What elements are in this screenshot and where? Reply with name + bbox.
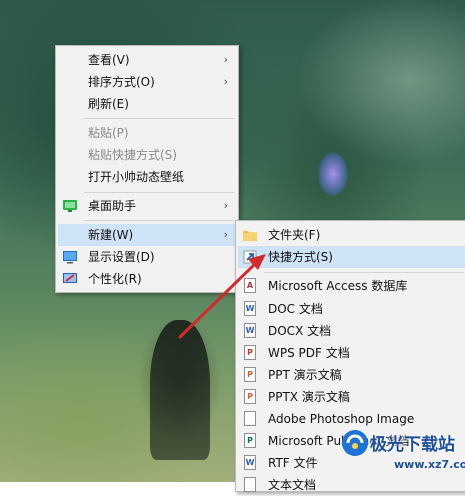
menu-item-label: PPTX 演示文稿 bbox=[268, 390, 350, 404]
folder-icon bbox=[242, 227, 258, 243]
menu-item-label: 桌面助手 bbox=[88, 199, 137, 213]
new-ppt-item[interactable]: P PPT 演示文稿 bbox=[238, 364, 465, 386]
menu-item-sort-by[interactable]: 排序方式(O) › bbox=[58, 71, 236, 93]
menu-separator bbox=[264, 272, 464, 273]
menu-item-label: WPS PDF 文档 bbox=[268, 346, 350, 360]
menu-item-label: PPT 演示文稿 bbox=[268, 368, 342, 382]
menu-item-display-settings[interactable]: 显示设置(D) bbox=[58, 246, 236, 268]
submenu-arrow-icon: › bbox=[223, 228, 228, 241]
menu-item-label: Adobe Photoshop Image bbox=[268, 412, 415, 426]
menu-item-paste-shortcut[interactable]: 粘贴快捷方式(S) bbox=[58, 144, 236, 166]
desktop-assistant-icon bbox=[62, 198, 78, 214]
menu-item-view[interactable]: 查看(V) › bbox=[58, 49, 236, 71]
photoshop-icon bbox=[244, 411, 256, 426]
menu-separator bbox=[84, 192, 234, 193]
menu-item-open-wallpaper[interactable]: 打开小帅动态壁纸 bbox=[58, 166, 236, 188]
doc-icon: W bbox=[244, 301, 256, 316]
menu-item-label: 个性化(R) bbox=[88, 272, 142, 286]
menu-item-label: DOC 文档 bbox=[268, 302, 323, 316]
menu-item-label: RTF 文件 bbox=[268, 456, 318, 470]
new-docx-item[interactable]: W DOCX 文档 bbox=[238, 320, 465, 342]
rtf-icon: W bbox=[244, 455, 256, 470]
menu-item-paste[interactable]: 粘贴(P) bbox=[58, 122, 236, 144]
menu-item-label: 排序方式(O) bbox=[88, 75, 155, 89]
submenu-arrow-icon: › bbox=[223, 53, 228, 66]
submenu-arrow-icon: › bbox=[223, 199, 228, 212]
menu-separator bbox=[84, 118, 234, 119]
new-shortcut-item[interactable]: 快捷方式(S) bbox=[238, 246, 465, 268]
menu-item-label: 快捷方式(S) bbox=[268, 250, 333, 264]
watermark-text: 极光下载站 bbox=[370, 435, 455, 455]
watermark-logo-icon bbox=[342, 430, 368, 456]
access-icon: A bbox=[244, 278, 256, 293]
menu-item-label: 粘贴(P) bbox=[88, 126, 129, 140]
ppt-icon: P bbox=[244, 367, 256, 382]
wallpaper-butterfly bbox=[318, 152, 348, 196]
new-access-item[interactable]: A Microsoft Access 数据库 bbox=[238, 275, 465, 297]
shortcut-icon bbox=[242, 249, 258, 265]
menu-item-label: 显示设置(D) bbox=[88, 250, 155, 264]
menu-item-label: 文本文档 bbox=[268, 478, 317, 492]
menu-item-label: 刷新(E) bbox=[88, 97, 129, 111]
new-pptx-item[interactable]: P PPTX 演示文稿 bbox=[238, 386, 465, 408]
menu-item-label: Microsoft Access 数据库 bbox=[268, 279, 408, 293]
watermark-url: www.xz7.com bbox=[394, 458, 465, 471]
wallpaper-figure bbox=[150, 320, 210, 460]
new-photoshop-item[interactable]: Adobe Photoshop Image bbox=[238, 408, 465, 430]
menu-item-label: DOCX 文档 bbox=[268, 324, 332, 338]
menu-item-new[interactable]: 新建(W) › bbox=[58, 224, 236, 246]
pdf-icon: P bbox=[244, 345, 256, 360]
menu-item-label: 新建(W) bbox=[88, 228, 134, 242]
pptx-icon: P bbox=[244, 389, 256, 404]
watermark: 极光下载站 www.xz7.com bbox=[340, 428, 465, 482]
menu-item-label: 文件夹(F) bbox=[268, 228, 321, 242]
menu-item-personalize[interactable]: 个性化(R) bbox=[58, 268, 236, 290]
publisher-icon: P bbox=[244, 433, 256, 448]
new-doc-item[interactable]: W DOC 文档 bbox=[238, 298, 465, 320]
submenu-arrow-icon: › bbox=[223, 75, 228, 88]
menu-item-desktop-assistant[interactable]: 桌面助手 › bbox=[58, 195, 236, 217]
menu-item-label: 打开小帅动态壁纸 bbox=[88, 170, 185, 184]
menu-item-refresh[interactable]: 刷新(E) bbox=[58, 93, 236, 115]
docx-icon: W bbox=[244, 323, 256, 338]
new-folder-item[interactable]: 文件夹(F) bbox=[238, 224, 465, 246]
display-settings-icon bbox=[62, 249, 78, 265]
menu-separator bbox=[84, 220, 234, 221]
personalize-icon bbox=[62, 271, 78, 287]
new-pdf-item[interactable]: P WPS PDF 文档 bbox=[238, 342, 465, 364]
menu-item-label: 查看(V) bbox=[88, 53, 130, 67]
desktop-context-menu: 查看(V) › 排序方式(O) › 刷新(E) 粘贴(P) 粘贴快捷方式(S) … bbox=[55, 45, 239, 293]
text-icon bbox=[244, 477, 256, 492]
menu-item-label: 粘贴快捷方式(S) bbox=[88, 148, 177, 162]
